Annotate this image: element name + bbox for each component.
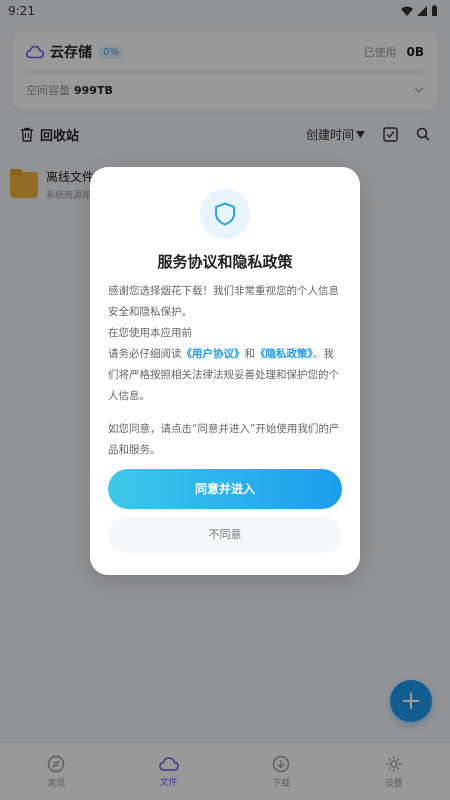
dialog-paragraph-2: 在您使用本应用前 — [108, 327, 192, 339]
dialog-paragraph-1: 感谢您选择烟花下载！我们非常重视您的个人信息安全和隐私保护。 — [108, 285, 339, 318]
dialog-title: 服务协议和隐私政策 — [157, 253, 293, 271]
privacy-dialog: 服务协议和隐私政策 感谢您选择烟花下载！我们非常重视您的个人信息安全和隐私保护。… — [90, 167, 360, 575]
disagree-button[interactable]: 不同意 — [108, 517, 342, 553]
dialog-paragraph-3: 请务必仔细阅读《用户协议》和《隐私政策》。我们将严格按照相关法律法规妥善处理和保… — [108, 344, 344, 407]
user-agreement-link[interactable]: 《用户协议》 — [182, 348, 245, 360]
shield-badge — [200, 189, 250, 239]
dialog-text: 和 — [244, 348, 256, 360]
dialog-text: 请务必仔细阅读 — [108, 348, 182, 360]
dialog-paragraph-4: 如您同意，请点击“同意并进入”开始使用我们的产品和服务。 — [108, 423, 340, 456]
dialog-body: 感谢您选择烟花下载！我们非常重视您的个人信息安全和隐私保护。 在您使用本应用前 … — [108, 281, 344, 461]
privacy-policy-link[interactable]: 《隐私政策》 — [255, 348, 313, 360]
shield-icon — [215, 202, 235, 226]
agree-button[interactable]: 同意并进入 — [108, 469, 342, 509]
